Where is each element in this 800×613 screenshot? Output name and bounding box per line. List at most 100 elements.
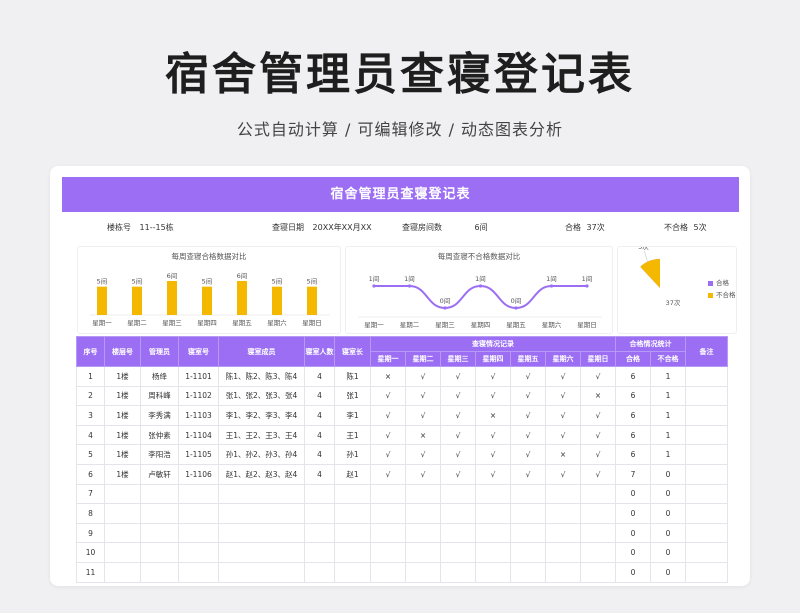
table-cell[interactable] [580, 522, 616, 544]
fail-value[interactable]: 5次 [694, 223, 707, 232]
table-cell[interactable]: 4 [304, 444, 335, 465]
table-cell[interactable]: × [370, 366, 406, 387]
table-cell[interactable]: 0 [650, 463, 686, 485]
table-cell[interactable]: √ [405, 405, 441, 426]
table-cell[interactable]: 1 [650, 385, 686, 407]
table-cell[interactable]: 4 [304, 463, 335, 485]
table-cell[interactable] [104, 542, 141, 563]
table-cell[interactable]: 张1 [334, 385, 371, 407]
table-cell[interactable] [440, 483, 476, 505]
table-cell[interactable] [218, 483, 305, 505]
table-cell[interactable]: √ [440, 444, 476, 465]
table-cell[interactable]: √ [510, 444, 546, 465]
table-cell[interactable]: × [475, 405, 511, 426]
table-cell[interactable]: √ [440, 405, 476, 426]
table-cell[interactable] [334, 561, 371, 583]
table-cell[interactable]: √ [405, 463, 441, 485]
table-cell[interactable] [140, 542, 179, 563]
table-cell[interactable]: √ [580, 405, 616, 426]
table-cell[interactable]: 孙1 [334, 444, 371, 465]
table-cell[interactable]: √ [440, 424, 476, 446]
table-cell[interactable]: √ [370, 385, 406, 407]
table-cell[interactable]: √ [475, 444, 511, 465]
table-cell[interactable]: 7 [76, 483, 105, 505]
table-cell[interactable]: × [580, 385, 616, 407]
rooms-value[interactable]: 6间 [475, 223, 488, 232]
table-cell[interactable] [685, 444, 728, 465]
table-cell[interactable] [685, 503, 728, 524]
table-cell[interactable]: √ [405, 385, 441, 407]
table-cell[interactable] [685, 385, 728, 407]
table-cell[interactable] [334, 483, 371, 505]
table-cell[interactable]: 3 [76, 405, 105, 426]
table-cell[interactable] [218, 522, 305, 544]
table-cell[interactable]: 1楼 [104, 385, 141, 407]
table-cell[interactable]: 1楼 [104, 405, 141, 426]
table-cell[interactable]: 1 [650, 424, 686, 446]
table-cell[interactable]: √ [510, 463, 546, 485]
table-cell[interactable]: 6 [615, 385, 651, 407]
table-cell[interactable]: 陈1、陈2、陈3、陈4 [218, 366, 305, 387]
table-cell[interactable] [218, 542, 305, 563]
table-cell[interactable] [304, 503, 335, 524]
table-cell[interactable]: 1-1102 [178, 385, 219, 407]
table-cell[interactable]: 4 [76, 424, 105, 446]
table-cell[interactable]: √ [440, 463, 476, 485]
table-cell[interactable]: 李1、李2、李3、李4 [218, 405, 305, 426]
table-cell[interactable]: 6 [615, 444, 651, 465]
table-cell[interactable] [140, 483, 179, 505]
table-cell[interactable] [218, 561, 305, 583]
table-cell[interactable] [104, 503, 141, 524]
table-cell[interactable]: 0 [650, 561, 686, 583]
table-cell[interactable] [304, 522, 335, 544]
table-cell[interactable]: √ [580, 444, 616, 465]
table-cell[interactable]: 卢敏轩 [140, 463, 179, 485]
table-cell[interactable]: 1 [650, 405, 686, 426]
table-cell[interactable]: 4 [304, 405, 335, 426]
table-cell[interactable] [685, 463, 728, 485]
table-cell[interactable]: 李阳浩 [140, 444, 179, 465]
table-cell[interactable]: 1-1104 [178, 424, 219, 446]
table-cell[interactable] [510, 522, 546, 544]
table-cell[interactable] [140, 561, 179, 583]
table-cell[interactable] [405, 542, 441, 563]
table-cell[interactable]: 1-1101 [178, 366, 219, 387]
table-cell[interactable] [370, 522, 406, 544]
table-cell[interactable]: 0 [615, 522, 651, 544]
table-cell[interactable] [304, 561, 335, 583]
table-cell[interactable]: 李秀满 [140, 405, 179, 426]
table-cell[interactable] [440, 542, 476, 563]
table-cell[interactable]: 0 [615, 503, 651, 524]
table-cell[interactable]: 1 [76, 366, 105, 387]
table-cell[interactable]: 杨绛 [140, 366, 179, 387]
table-cell[interactable]: √ [510, 366, 546, 387]
table-cell[interactable] [685, 561, 728, 583]
table-cell[interactable]: 1楼 [104, 463, 141, 485]
table-cell[interactable]: √ [405, 444, 441, 465]
table-cell[interactable] [475, 483, 511, 505]
table-cell[interactable] [545, 483, 581, 505]
table-cell[interactable] [685, 405, 728, 426]
table-cell[interactable] [304, 542, 335, 563]
table-cell[interactable] [545, 522, 581, 544]
table-cell[interactable]: 孙1、孙2、孙3、孙4 [218, 444, 305, 465]
table-cell[interactable]: 赵1、赵2、赵3、赵4 [218, 463, 305, 485]
table-cell[interactable] [685, 424, 728, 446]
table-cell[interactable]: √ [475, 424, 511, 446]
table-cell[interactable] [370, 503, 406, 524]
table-cell[interactable]: √ [440, 366, 476, 387]
table-cell[interactable]: 4 [304, 366, 335, 387]
table-cell[interactable] [104, 522, 141, 544]
table-cell[interactable] [104, 483, 141, 505]
table-cell[interactable] [510, 561, 546, 583]
table-cell[interactable]: 0 [650, 483, 686, 505]
table-cell[interactable] [178, 483, 219, 505]
table-cell[interactable] [475, 503, 511, 524]
table-cell[interactable]: √ [370, 463, 406, 485]
table-cell[interactable]: 李1 [334, 405, 371, 426]
table-cell[interactable] [545, 542, 581, 563]
table-cell[interactable]: √ [475, 385, 511, 407]
table-cell[interactable]: 6 [615, 405, 651, 426]
table-cell[interactable] [580, 561, 616, 583]
table-cell[interactable] [178, 542, 219, 563]
